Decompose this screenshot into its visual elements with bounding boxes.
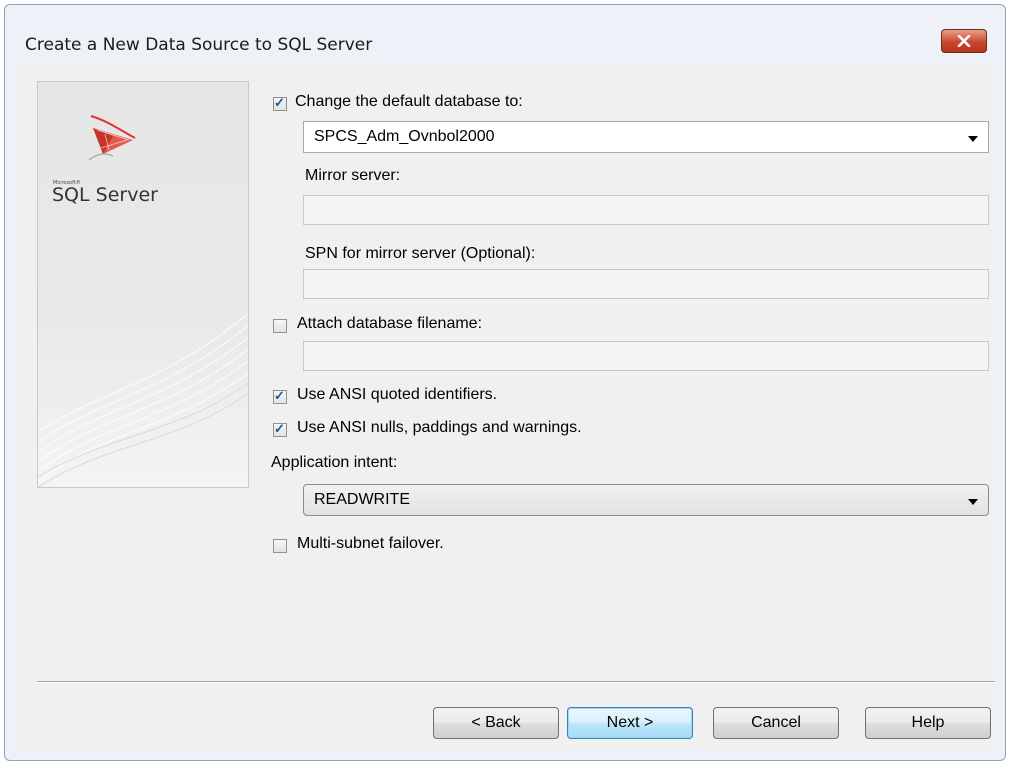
app-intent-dropdown[interactable]: READWRITE [303, 484, 989, 516]
default-db-value: SPCS_Adm_Ovnbol2000 [314, 128, 495, 145]
close-button[interactable] [941, 29, 987, 53]
dialog-window: Create a New Data Source to SQL Server M… [4, 4, 1006, 761]
multisubnet-label: Multi-subnet failover. [297, 535, 444, 552]
ansi-quoted-checkbox[interactable]: ✓ [273, 388, 287, 404]
attach-db-label: Attach database filename: [297, 315, 483, 332]
checkmark-icon: ✓ [274, 388, 285, 403]
dialog-client-area: Microsoft® SQL Server ✓ Change the defau… [17, 63, 995, 749]
chevron-down-icon [968, 136, 978, 142]
mirror-server-label: Mirror server: [305, 167, 401, 184]
separator-line [37, 681, 995, 683]
multisubnet-checkbox[interactable] [273, 539, 287, 553]
chevron-down-icon [968, 499, 978, 505]
change-default-db-label: Change the default database to: [295, 93, 523, 110]
ansi-nulls-label: Use ANSI nulls, paddings and warnings. [297, 419, 582, 436]
spn-mirror-input[interactable] [303, 269, 989, 299]
app-intent-value: READWRITE [314, 491, 410, 508]
sql-server-logo-icon [88, 115, 136, 161]
window-title: Create a New Data Source to SQL Server [25, 35, 373, 55]
default-db-dropdown[interactable]: SPCS_Adm_Ovnbol2000 [303, 121, 989, 153]
help-button[interactable]: Help [865, 707, 991, 739]
decorative-swirl [38, 312, 248, 487]
cancel-button[interactable]: Cancel [713, 707, 839, 739]
change-default-db-checkbox[interactable]: ✓ [273, 95, 287, 111]
next-button[interactable]: Next > [567, 707, 693, 739]
app-intent-label: Application intent: [271, 454, 398, 471]
checkmark-icon: ✓ [274, 95, 285, 110]
spn-mirror-label: SPN for mirror server (Optional): [305, 245, 536, 262]
ansi-quoted-label: Use ANSI quoted identifiers. [297, 386, 498, 403]
back-button[interactable]: < Back [433, 707, 559, 739]
ansi-nulls-checkbox[interactable]: ✓ [273, 421, 287, 437]
mirror-server-input[interactable] [303, 195, 989, 225]
attach-db-checkbox[interactable] [273, 319, 287, 333]
branding-panel: Microsoft® SQL Server [37, 81, 249, 488]
product-label: SQL Server [52, 184, 158, 206]
checkmark-icon: ✓ [274, 421, 285, 436]
close-icon [957, 35, 971, 47]
attach-db-input[interactable] [303, 341, 989, 371]
